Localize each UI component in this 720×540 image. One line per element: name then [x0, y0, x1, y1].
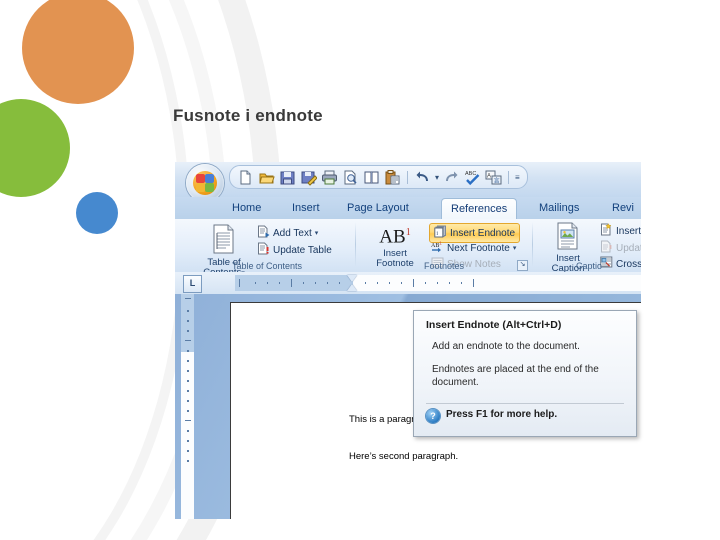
group-label-footnotes: Footnotes: [423, 261, 465, 271]
svg-text:1: 1: [439, 241, 442, 246]
help-question-icon: ?: [426, 409, 440, 423]
horizontal-ruler[interactable]: [235, 275, 641, 291]
ribbon-content: Table of Contents ▾ Add Text ▾ Update Tab…: [175, 219, 641, 278]
tooltip-insert-endnote: Insert Endnote (Alt+Ctrl+D) Add an endno…: [413, 310, 637, 437]
add-text-icon: [257, 225, 270, 241]
tooltip-body-line1: Add an endnote to the document.: [432, 341, 580, 352]
svg-text:言: 言: [494, 176, 500, 184]
footnotes-dialog-launcher[interactable]: ↘: [517, 260, 528, 271]
translate-icon[interactable]: A言: [485, 169, 502, 186]
decorative-circle-blue: [76, 192, 118, 234]
quick-access-toolbar[interactable]: ▾ ABC A言 ≡: [229, 165, 528, 189]
svg-text:ABC: ABC: [465, 171, 476, 177]
ruler-bar: L: [175, 272, 641, 295]
print-preview-icon[interactable]: [342, 169, 359, 186]
vertical-ruler[interactable]: [181, 294, 194, 519]
tab-insert[interactable]: Insert: [283, 198, 329, 219]
paste-icon[interactable]: [384, 169, 401, 186]
next-footnote-label: Next Footnote: [447, 242, 510, 254]
insert-footnote-icon: AB1: [363, 222, 427, 248]
paragraph-2[interactable]: Here’s second paragraph.: [349, 451, 458, 462]
next-footnote-button[interactable]: AB 1 Next Footnote ▾: [431, 240, 516, 256]
group-label-table-of-contents: Table of Contents: [231, 261, 303, 271]
ribbon-tab-strip: Home Insert Page Layout References Maili…: [175, 197, 641, 221]
tab-home[interactable]: Home: [223, 198, 270, 219]
footnote-ab-glyph: AB: [379, 226, 406, 248]
tab-references[interactable]: References: [441, 198, 518, 221]
title-bar: ▾ ABC A言 ≡: [175, 162, 641, 202]
update-table-of-figures-label: Updat: [616, 242, 641, 254]
footnote-superscript-glyph: 1: [405, 227, 411, 238]
add-text-label: Add Text: [273, 227, 312, 239]
insert-endnote-icon: i: [434, 225, 447, 241]
indent-markers[interactable]: [347, 275, 358, 291]
open-folder-icon[interactable]: [258, 169, 275, 186]
new-document-icon[interactable]: [237, 169, 254, 186]
tab-stop-selector[interactable]: L: [183, 275, 202, 293]
decorative-circle-green: [0, 99, 70, 197]
group-label-captions: Captio: [575, 261, 602, 271]
customize-qat-caret-icon[interactable]: ≡: [515, 169, 520, 186]
add-text-caret-icon[interactable]: ▾: [315, 229, 319, 237]
read-mode-icon[interactable]: [363, 169, 380, 186]
group-footnotes: AB1 Insert Footnote i Insert Endnote AB 1…: [357, 219, 531, 272]
update-table-of-figures-icon: [600, 240, 613, 256]
save-as-icon[interactable]: [300, 169, 318, 186]
print-icon[interactable]: [321, 169, 338, 186]
tab-mailings[interactable]: Mailings: [530, 198, 588, 219]
update-table-of-figures-button: Updat: [600, 240, 641, 256]
table-of-contents-icon: [209, 224, 239, 257]
group-separator-1: [355, 222, 356, 267]
tab-page-layout[interactable]: Page Layout: [338, 198, 418, 219]
tooltip-body-line2: Endnotes are placed at the end of the do…: [432, 364, 599, 388]
decorative-circle-orange: [22, 0, 134, 104]
tooltip-divider: [426, 403, 624, 404]
insert-caption-icon: [554, 222, 582, 253]
toolbar-separator: [407, 170, 408, 184]
undo-icon[interactable]: [414, 169, 431, 186]
tooltip-help-text: Press F1 for more help.: [446, 409, 558, 420]
group-separator-2: [532, 222, 533, 267]
page-title: Fusnote i endnote: [173, 106, 323, 125]
save-icon[interactable]: [279, 169, 296, 186]
next-footnote-caret-icon[interactable]: ▾: [513, 244, 517, 252]
tooltip-title: Insert Endnote (Alt+Ctrl+D): [426, 319, 562, 331]
insert-table-of-figures-icon: [600, 223, 613, 239]
svg-text:A: A: [487, 173, 491, 179]
office-orb-icon: [193, 171, 217, 195]
tab-review[interactable]: Revi: [603, 198, 641, 219]
group-captions: Insert Caption Insert Updat Cross Captio: [534, 219, 641, 274]
insert-table-of-figures-button[interactable]: Insert: [600, 223, 641, 239]
update-table-label: Update Table: [273, 244, 332, 256]
undo-dropdown-caret-icon[interactable]: ▾: [435, 169, 439, 186]
spelling-icon[interactable]: ABC: [464, 169, 481, 186]
update-table-icon: [257, 242, 270, 258]
add-text-button[interactable]: Add Text ▾: [257, 225, 318, 241]
next-footnote-icon: AB 1: [431, 240, 444, 256]
redo-icon[interactable]: [443, 169, 460, 186]
update-table-button[interactable]: Update Table: [257, 242, 332, 258]
group-table-of-contents: Table of Contents ▾ Add Text ▾ Update Tab…: [179, 219, 355, 278]
insert-table-of-figures-label: Insert: [616, 225, 641, 237]
toolbar-separator-2: [508, 170, 510, 184]
insert-endnote-label: Insert Endnote: [450, 227, 516, 239]
